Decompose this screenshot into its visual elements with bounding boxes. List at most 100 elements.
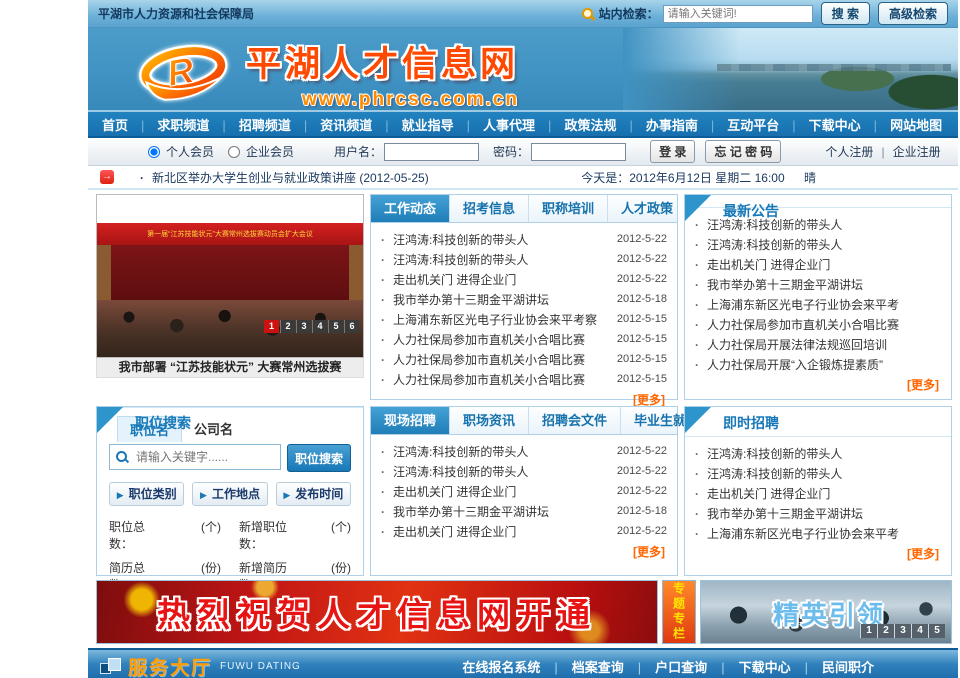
tab[interactable]: 招考信息 <box>450 195 529 222</box>
photo-ceiling <box>97 195 363 223</box>
top-bar: 平湖市人力资源和社会保障局 站内检索： 搜 索 高级检索 <box>88 0 958 28</box>
service-link[interactable]: 户口查询 <box>624 657 707 676</box>
personal-member-radio[interactable] <box>148 146 160 158</box>
nav-item[interactable]: 网站地图 <box>861 115 942 134</box>
tab[interactable]: 职场资讯 <box>450 407 529 434</box>
elite-page-button[interactable]: 3 <box>894 624 911 638</box>
news-link[interactable]: 汪鸿涛:科技创新的带头人 <box>695 465 842 482</box>
news-item: 汪鸿涛:科技创新的带头人 <box>695 234 941 254</box>
job-search-button[interactable]: 职位搜索 <box>287 444 351 472</box>
service-link[interactable]: 下载中心 <box>707 657 790 676</box>
elite-page-button[interactable]: 1 <box>860 624 877 638</box>
nav-item[interactable]: 办事指南 <box>616 115 697 134</box>
news-item: 走出机关门 进得企业门 <box>695 254 941 274</box>
tab[interactable]: 现场招聘 <box>371 407 450 434</box>
nav-item[interactable]: 人事代理 <box>454 115 535 134</box>
news-link[interactable]: 汪鸿涛:科技创新的带头人 <box>381 231 528 248</box>
elite-page-button[interactable]: 2 <box>877 624 894 638</box>
service-hall-title: 服务大厅 <box>128 653 212 678</box>
photo-page-button[interactable]: 2 <box>280 320 295 333</box>
news-link[interactable]: 走出机关门 进得企业门 <box>381 523 516 540</box>
news-link[interactable]: 我市举办第十三期金平湖讲坛 <box>695 276 863 293</box>
forgot-password-button[interactable]: 忘 记 密 码 <box>705 140 781 163</box>
news-link[interactable]: 走出机关门 进得企业门 <box>381 483 516 500</box>
news-item: 人力社保局参加市直机关小合唱比赛 2012-5-15 <box>381 349 667 369</box>
elite-banner[interactable]: 精英引领 12345 <box>700 580 952 644</box>
site-search-input[interactable] <box>663 5 813 23</box>
tab[interactable]: 工作动态 <box>371 195 450 222</box>
news-link[interactable]: 人力社保局开展法律法规巡回培训 <box>695 336 887 353</box>
work-news-tabs: 工作动态招考信息职称培训人才政策 <box>371 195 677 223</box>
news-link[interactable]: 人力社保局开展“入企锻炼提素质” <box>695 356 883 373</box>
news-link[interactable]: 汪鸿涛:科技创新的带头人 <box>695 445 842 462</box>
news-link[interactable]: 上海浦东新区光电子行业协会来平考 <box>695 296 899 313</box>
more-link[interactable]: [更多] <box>685 543 951 568</box>
tab[interactable]: 招聘会文件 <box>529 407 621 434</box>
nav-item[interactable]: 求职频道 <box>128 115 209 134</box>
nav-item[interactable]: 就业指导 <box>372 115 453 134</box>
news-item: 人力社保局开展法律法规巡回培训 <box>695 334 941 354</box>
company-member-radio[interactable] <box>228 146 240 158</box>
news-link[interactable]: 上海浦东新区光电子行业协会来平考察 <box>381 311 597 328</box>
keyword-input[interactable] <box>109 444 281 470</box>
celebration-banner[interactable]: 热烈祝贺人才信息网开通 <box>96 580 658 644</box>
photo-page-button[interactable]: 6 <box>344 320 359 333</box>
news-link[interactable]: 人力社保局参加市直机关小合唱比赛 <box>695 316 899 333</box>
nav-item[interactable]: 政策法规 <box>535 115 616 134</box>
tab-company-name[interactable]: 公司名 <box>182 416 245 442</box>
site-search-button[interactable]: 搜 索 <box>821 2 870 25</box>
news-link[interactable]: 走出机关门 进得企业门 <box>695 485 830 502</box>
news-link[interactable]: 人力社保局参加市直机关小合唱比赛 <box>381 371 585 388</box>
company-register-link[interactable]: 企业注册 <box>873 143 940 160</box>
nav-item[interactable]: 招聘频道 <box>209 115 290 134</box>
login-button[interactable]: 登 录 <box>650 140 695 163</box>
news-link[interactable]: 我市举办第十三期金平湖讲坛 <box>381 503 549 520</box>
photo-page-button[interactable]: 4 <box>312 320 327 333</box>
filter-button[interactable]: 发布时间 <box>276 482 351 506</box>
special-column-strip[interactable]: 专题专栏 <box>662 580 696 644</box>
news-date: 2012-5-22 <box>609 485 667 497</box>
service-link[interactable]: 在线报名系统 <box>462 657 540 676</box>
news-link[interactable]: 我市举办第十三期金平湖讲坛 <box>695 505 863 522</box>
elite-page-button[interactable]: 4 <box>911 624 928 638</box>
nav-item[interactable]: 互动平台 <box>698 115 779 134</box>
site-logo-icon: R <box>136 43 232 105</box>
news-link[interactable]: 汪鸿涛:科技创新的带头人 <box>381 251 528 268</box>
tab[interactable]: 人才政策 <box>608 195 687 222</box>
news-link[interactable]: 我市举办第十三期金平湖讲坛 <box>381 291 549 308</box>
username-field[interactable] <box>384 143 479 161</box>
photo-slideshow[interactable]: 第一届“江苏技能状元”大赛常州选拔赛动员会扩大会议 123456 <box>96 194 364 358</box>
password-field[interactable] <box>531 143 626 161</box>
photo-page-button[interactable]: 3 <box>296 320 311 333</box>
stat-unit: (个) <box>177 518 221 552</box>
news-link[interactable]: 人力社保局参加市直机关小合唱比赛 <box>381 331 585 348</box>
news-link[interactable]: 汪鸿涛:科技创新的带头人 <box>381 443 528 460</box>
personal-register-link[interactable]: 个人注册 <box>825 143 873 160</box>
filter-button[interactable]: 工作地点 <box>192 482 267 506</box>
more-link[interactable]: [更多] <box>371 541 677 566</box>
register-links: 个人注册 企业注册 <box>825 143 940 160</box>
brand[interactable]: R 平湖人才信息网 www.phrcsc.com.cn <box>136 36 519 111</box>
news-link[interactable]: 汪鸿涛:科技创新的带头人 <box>695 236 842 253</box>
news-link[interactable]: 走出机关门 进得企业门 <box>695 256 830 273</box>
filter-button[interactable]: 职位类别 <box>109 482 184 506</box>
photo-caption-link[interactable]: 我市部署 “江苏技能状元” 大赛常州选拔赛 <box>96 358 364 378</box>
photo-page-button[interactable]: 1 <box>264 320 279 333</box>
tab[interactable]: 职称培训 <box>529 195 608 222</box>
special-column-text: 专题专栏 <box>671 582 688 642</box>
elite-page-button[interactable]: 5 <box>928 624 945 638</box>
ticker-headline-link[interactable]: 新北区举办大学生创业与就业政策讲座 (2012-05-25) <box>140 169 429 186</box>
photo-page-button[interactable]: 5 <box>328 320 343 333</box>
more-link[interactable]: [更多] <box>685 374 951 399</box>
service-link[interactable]: 民间职介 <box>791 657 874 676</box>
news-link[interactable]: 走出机关门 进得企业门 <box>381 271 516 288</box>
nav-item[interactable]: 首页 <box>102 115 128 134</box>
news-link[interactable]: 汪鸿涛:科技创新的带头人 <box>381 463 528 480</box>
service-link[interactable]: 档案查询 <box>540 657 623 676</box>
news-item: 人力社保局参加市直机关小合唱比赛 2012-5-15 <box>381 329 667 349</box>
news-link[interactable]: 上海浦东新区光电子行业协会来平考 <box>695 525 899 542</box>
news-link[interactable]: 人力社保局参加市直机关小合唱比赛 <box>381 351 585 368</box>
nav-item[interactable]: 下载中心 <box>779 115 860 134</box>
nav-item[interactable]: 资讯频道 <box>291 115 372 134</box>
advanced-search-button[interactable]: 高级检索 <box>878 2 948 25</box>
